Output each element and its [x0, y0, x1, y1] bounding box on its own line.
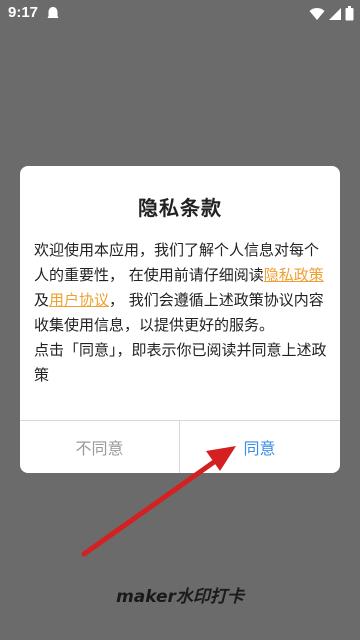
dialog-body: 欢迎使用本应用，我们了解个人信息对每个人的重要性， 在使用前请仔细阅读隐私政策及… [34, 238, 332, 388]
dialog-title: 隐私条款 [138, 196, 222, 220]
disagree-button[interactable]: 不同意 [20, 421, 179, 473]
signal-icon [328, 7, 342, 21]
user-agreement-link[interactable]: 用户协议 [49, 291, 109, 309]
dialog-paragraph-2: 点击「同意」，即表示你已阅读并同意上述政策 [34, 341, 327, 384]
battery-icon [345, 6, 354, 21]
screen: 9:17 隐私条款 欢迎使用本应用，我们了解个人信息对每个人的重要性， 在使用前… [0, 0, 360, 640]
privacy-policy-link[interactable]: 隐私政策 [264, 266, 324, 284]
status-bar: 9:17 [0, 0, 360, 28]
notification-icon [46, 6, 60, 20]
wifi-icon [309, 7, 325, 21]
status-time: 9:17 [8, 4, 39, 21]
status-icons [309, 6, 354, 21]
privacy-dialog: 隐私条款 欢迎使用本应用，我们了解个人信息对每个人的重要性， 在使用前请仔细阅读… [20, 166, 340, 473]
agree-button[interactable]: 同意 [180, 421, 339, 473]
body-text-and: 及 [34, 291, 50, 309]
dialog-paragraph-1: 欢迎使用本应用，我们了解个人信息对每个人的重要性， 在使用前请仔细阅读隐私政策及… [34, 238, 332, 338]
watermark-label: maker水印打卡 [116, 587, 244, 607]
